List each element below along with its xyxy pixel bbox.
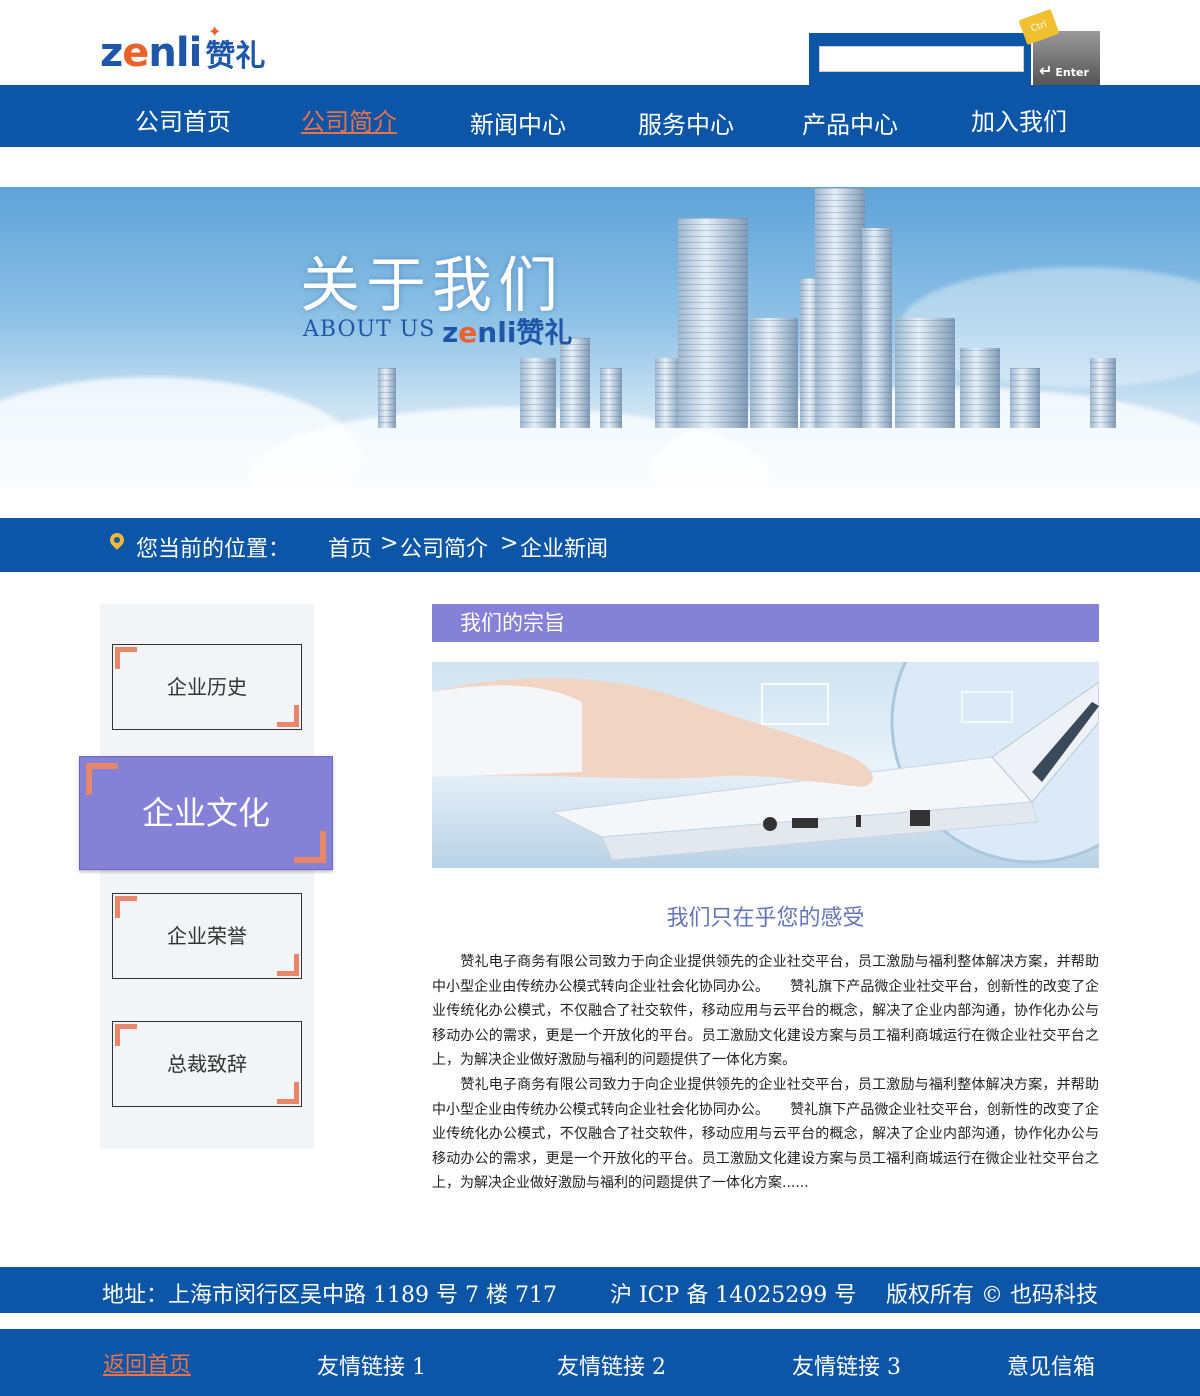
about-banner: 关于我们 ABOUT US zenli赞礼 [0, 187, 1200, 488]
skyline-building [1090, 358, 1116, 428]
search-input[interactable] [819, 46, 1024, 72]
nav-item-about[interactable]: 公司简介 [301, 102, 397, 137]
nav-item-news[interactable]: 新闻中心 [470, 105, 566, 140]
location-pin-icon [107, 530, 127, 550]
sidebar-item-culture[interactable]: 企业文化 [79, 756, 333, 870]
nav-item-home[interactable]: 公司首页 [135, 102, 231, 137]
skyline-building [815, 188, 865, 428]
corner-decoration [115, 1024, 137, 1046]
footer-copyright: 版权所有 © 也码科技 [886, 1283, 1098, 1308]
footer-address: 地址：上海市闵行区吴中路 1189 号 7 楼 717 [102, 1283, 557, 1308]
skyline-building [600, 368, 622, 428]
sidebar-item-label: 企业文化 [141, 794, 270, 832]
corner-decoration [294, 831, 326, 863]
sidebar-item-label: 企业荣誉 [167, 924, 247, 948]
breadcrumb-current[interactable]: 企业新闻 [520, 531, 608, 563]
corner-decoration [277, 954, 299, 976]
footer-icp: 沪 ICP 备 14025299 号 [610, 1283, 857, 1308]
sidebar-item-honors[interactable]: 企业荣誉 [112, 893, 302, 979]
breadcrumb-home[interactable]: 首页 [328, 531, 372, 563]
skyline-building [960, 348, 1000, 428]
skyline-building [750, 318, 798, 428]
skyline-building [560, 338, 590, 428]
skyline-building [378, 368, 396, 428]
skyline-building [862, 228, 892, 428]
footer-info: 地址：上海市闵行区吴中路 1189 号 7 楼 717 沪 ICP 备 1402… [0, 1267, 1200, 1313]
footer-link-friend-1[interactable]: 友情链接 1 [317, 1349, 426, 1381]
footer-link-home[interactable]: 返回首页 [103, 1347, 191, 1379]
banner-subtitle: ABOUT US [303, 317, 436, 342]
breadcrumb-separator: > [500, 531, 519, 556]
main-nav: 公司首页 公司简介 新闻中心 服务中心 产品中心 加入我们 [0, 85, 1200, 147]
banner-logo: zenli赞礼 [442, 316, 573, 349]
corner-decoration [86, 763, 118, 795]
search-box [809, 33, 1031, 85]
content-paragraph: 赞礼电子商务有限公司致力于向企业提供领先的企业社交平台，员工激励与福利整体解决方… [432, 1077, 1099, 1192]
site-logo[interactable]: zenli ✦ 赞礼 [100, 22, 265, 78]
skyline-building [520, 358, 556, 428]
footer-link-friend-3[interactable]: 友情链接 3 [792, 1349, 901, 1381]
content-paragraph: 赞礼电子商务有限公司致力于向企业提供领先的企业社交平台，员工激励与福利整体解决方… [432, 954, 1099, 1069]
nav-item-products[interactable]: 产品中心 [802, 105, 898, 140]
corner-decoration [115, 896, 137, 918]
breadcrumb-label: 您当前的位置： [136, 537, 291, 562]
skyline-building [678, 218, 748, 428]
sidebar-item-label: 企业历史 [167, 675, 247, 699]
content-subtitle: 我们只在乎您的感受 [666, 906, 865, 931]
corner-decoration [277, 705, 299, 727]
footer-links: 返回首页 友情链接 1 友情链接 2 友情链接 3 意见信箱 [0, 1329, 1200, 1396]
skyline-building [1010, 368, 1040, 428]
section-title: 我们的宗旨 [432, 604, 1099, 642]
skyline-building [895, 318, 955, 428]
breadcrumb-separator: > [380, 531, 399, 556]
logo-text: zenli ✦ [100, 22, 221, 76]
nav-item-join[interactable]: 加入我们 [971, 102, 1067, 137]
corner-decoration [115, 647, 137, 669]
sidebar-item-label: 总裁致辞 [167, 1052, 247, 1076]
footer-link-feedback[interactable]: 意见信箱 [1007, 1349, 1095, 1381]
nav-item-service[interactable]: 服务中心 [638, 105, 734, 140]
star-icon: ✦ [208, 22, 221, 41]
breadcrumb-about[interactable]: 公司简介 [400, 531, 488, 563]
footer-link-friend-2[interactable]: 友情链接 2 [557, 1349, 666, 1381]
enter-arrow-icon: ↵ [1039, 61, 1053, 80]
laptop-typing-image [432, 662, 1099, 868]
breadcrumb: 您当前的位置： 首页 > 公司简介 > 企业新闻 [0, 518, 1200, 572]
laptop-illustration [432, 662, 1099, 864]
corner-decoration [277, 1082, 299, 1104]
sidebar-item-ceo-message[interactable]: 总裁致辞 [112, 1021, 302, 1107]
sidebar-item-history[interactable]: 企业历史 [112, 644, 302, 730]
